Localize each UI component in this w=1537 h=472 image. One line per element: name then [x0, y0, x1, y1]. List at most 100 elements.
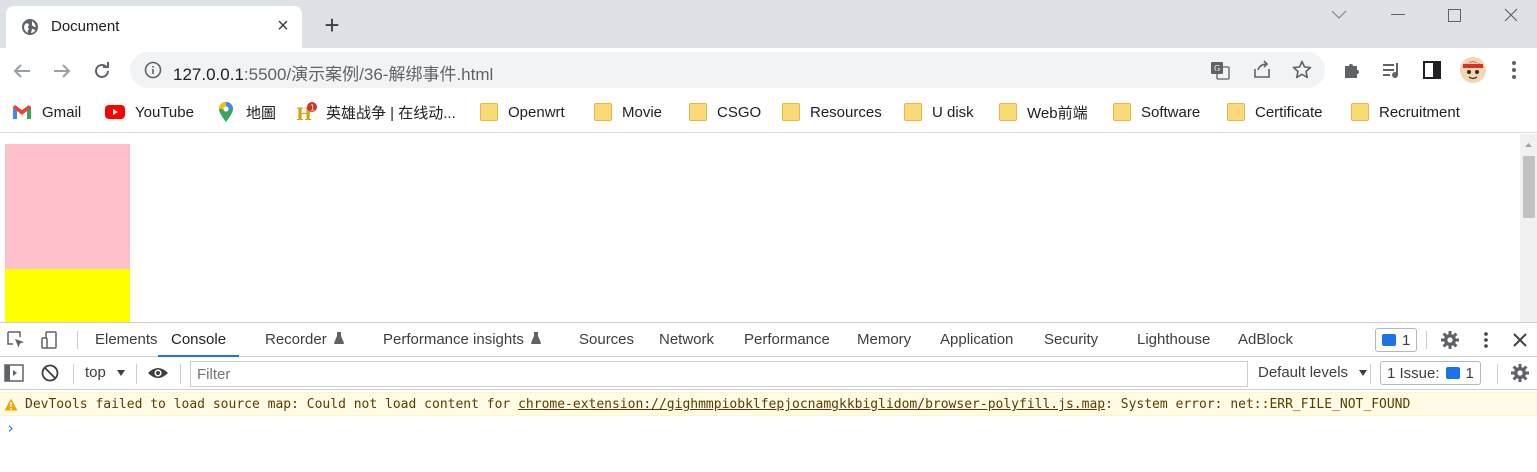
divider [77, 331, 78, 349]
page-viewport [0, 134, 1537, 322]
bookmarks-bar: Gmail YouTube 地圖 H 1 英雄战争 | 在线动... Openw… [0, 93, 1537, 133]
block-icon [41, 364, 59, 382]
address-bar[interactable]: 127.0.0.1:5500/演示案例/36-解绑事件.html G [130, 52, 1325, 88]
show-sidebar-button[interactable] [4, 363, 24, 383]
reload-button[interactable] [88, 57, 116, 85]
issues-button[interactable]: 1 Issue: 1 [1380, 361, 1481, 385]
gear-icon [1511, 364, 1529, 382]
share-icon[interactable] [1252, 60, 1272, 80]
issues-counter-button[interactable]: 1 [1375, 328, 1418, 352]
console-warning-message: DevTools failed to load source map: Coul… [0, 392, 1537, 416]
tab-recorder-label: Recorder [265, 331, 327, 348]
console-settings-button[interactable] [1510, 363, 1530, 383]
tab-application[interactable]: Application [940, 323, 1013, 357]
folder-icon [904, 103, 922, 121]
console-filter-input[interactable] [190, 361, 1248, 387]
bookmark-folder-openwrt[interactable]: Openwrt [480, 101, 565, 123]
clear-console-button[interactable] [40, 363, 60, 383]
close-icon [1513, 333, 1527, 347]
browser-tab[interactable]: Document × [6, 6, 302, 48]
bookmark-gmail[interactable]: Gmail [12, 101, 81, 123]
message-icon [1382, 334, 1396, 346]
console-prompt[interactable]: › [6, 419, 15, 437]
devtools-close-button[interactable] [1510, 330, 1530, 350]
browser-toolbar: 127.0.0.1:5500/演示案例/36-解绑事件.html G [0, 48, 1537, 93]
device-toolbar-button[interactable] [40, 330, 60, 350]
inspect-element-button[interactable] [6, 330, 26, 350]
warning-text: DevTools failed to load source map: Coul… [25, 397, 1410, 412]
bookmark-label: 地圖 [246, 104, 277, 122]
warning-icon [4, 398, 18, 411]
tab-performance[interactable]: Performance [744, 323, 830, 357]
side-panel-button[interactable] [1421, 59, 1443, 81]
context-selector[interactable]: top [85, 364, 126, 381]
tab-sources[interactable]: Sources [579, 323, 634, 357]
tab-performance-insights-label: Performance insights [383, 331, 524, 348]
scroll-up-arrow-icon[interactable] [1520, 138, 1537, 152]
reload-icon [95, 62, 109, 78]
bookmark-game[interactable]: H 1 英雄战争 | 在线动... [296, 101, 456, 123]
extensions-button[interactable] [1341, 59, 1363, 81]
folder-icon [1113, 103, 1131, 121]
minimize-button[interactable] [1369, 0, 1427, 30]
sidebar-toggle-icon [4, 364, 24, 382]
bookmark-label: Web前端 [1027, 104, 1088, 122]
bookmark-folder-movie[interactable]: Movie [594, 101, 662, 123]
url-host: 127.0.0.1 [173, 65, 244, 84]
dropdown-triangle-icon [1359, 370, 1368, 376]
bookmark-folder-software[interactable]: Software [1113, 101, 1200, 123]
back-button[interactable] [8, 57, 36, 85]
browser-menu-button[interactable] [1503, 59, 1525, 81]
forward-arrow-icon [54, 64, 71, 78]
url-text[interactable]: 127.0.0.1:5500/演示案例/36-解绑事件.html [173, 60, 493, 85]
bookmark-star-icon[interactable] [1292, 60, 1312, 80]
tab-performance-insights[interactable]: Performance insights [383, 323, 542, 357]
console-toolbar: top Default levels 1 Issue: 1 [0, 358, 1537, 390]
bookmark-folder-recruitment[interactable]: Recruitment [1351, 101, 1460, 123]
tab-recorder[interactable]: Recorder [265, 323, 345, 357]
bookmark-label: YouTube [135, 103, 194, 121]
devtools-tab-bar: Elements Console Recorder Performance in… [0, 323, 1537, 357]
tab-lighthouse[interactable]: Lighthouse [1137, 323, 1210, 357]
close-window-button[interactable] [1482, 0, 1537, 30]
tab-console[interactable]: Console [158, 323, 240, 357]
source-map-link[interactable]: chrome-extension://gighmmpiobklfepjocnam… [518, 397, 1105, 412]
bookmark-maps[interactable]: 地圖 [218, 101, 276, 123]
live-expression-button[interactable] [147, 363, 169, 383]
maximize-button[interactable] [1425, 0, 1483, 30]
devtools-settings-button[interactable] [1440, 330, 1460, 350]
profile-avatar[interactable] [1460, 57, 1486, 83]
page-scrollbar[interactable] [1520, 134, 1537, 322]
devtools-menu-button[interactable] [1476, 330, 1496, 350]
bookmark-label: Resources [810, 103, 882, 121]
close-icon [1504, 8, 1518, 22]
tab-security[interactable]: Security [1044, 323, 1098, 357]
info-icon[interactable] [144, 61, 162, 79]
tab-elements[interactable]: Elements [95, 323, 158, 357]
log-levels-dropdown[interactable]: Default levels [1258, 364, 1368, 381]
bookmark-label: Software [1141, 103, 1201, 121]
new-tab-button[interactable]: + [318, 10, 346, 40]
bookmark-youtube[interactable]: YouTube [105, 101, 194, 123]
forward-button[interactable] [48, 57, 76, 85]
issues-label: 1 Issue: [1387, 364, 1440, 382]
issues-badge-count: 1 [1465, 364, 1474, 382]
tab-memory[interactable]: Memory [857, 323, 911, 357]
bookmark-label: Recruitment [1379, 103, 1460, 121]
scrollbar-thumb[interactable] [1523, 156, 1535, 218]
bookmark-folder-resources[interactable]: Resources [782, 101, 882, 123]
yellow-box[interactable] [5, 269, 130, 322]
bookmark-folder-web[interactable]: Web前端 [999, 101, 1088, 123]
tab-adblock[interactable]: AdBlock [1238, 323, 1293, 357]
tab-close-button[interactable]: × [272, 15, 294, 37]
bookmark-folder-udisk[interactable]: U disk [904, 101, 974, 123]
side-panel-icon [1423, 61, 1441, 79]
divider [1497, 364, 1498, 384]
bookmark-folder-csgo[interactable]: CSGO [689, 101, 761, 123]
tab-network[interactable]: Network [659, 323, 714, 357]
tab-search-button[interactable] [1310, 0, 1368, 30]
bookmark-folder-certificate[interactable]: Certificate [1227, 101, 1323, 123]
translate-icon[interactable]: G [1210, 60, 1230, 80]
pink-box[interactable] [5, 144, 130, 269]
media-controls-button[interactable] [1381, 59, 1403, 81]
